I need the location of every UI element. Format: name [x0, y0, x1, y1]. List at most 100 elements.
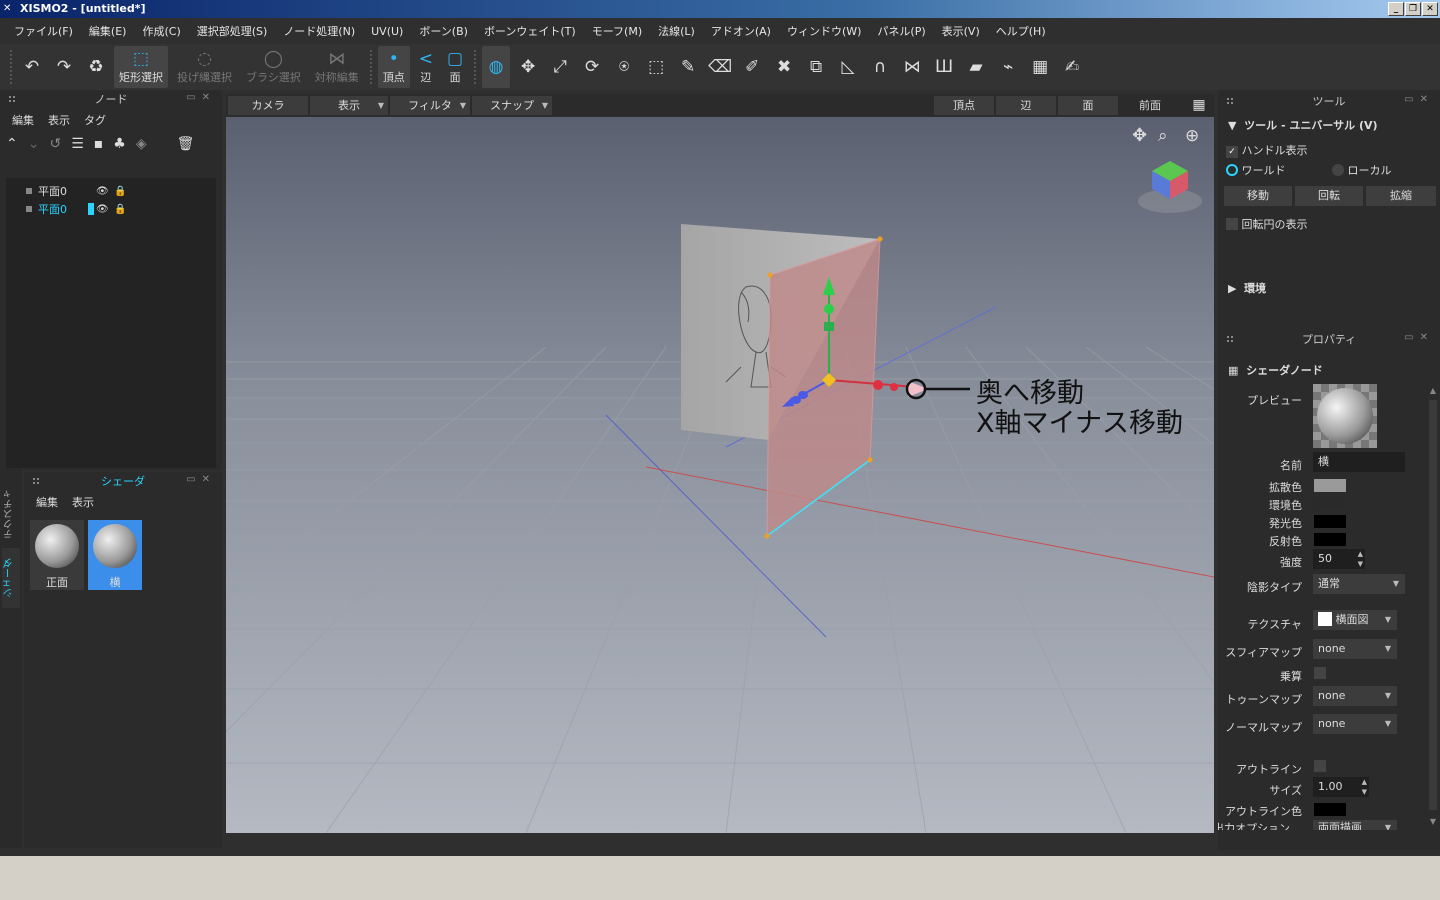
- bag-tool-button[interactable]: ▰: [962, 46, 990, 88]
- world-radio[interactable]: ワールド: [1226, 162, 1286, 178]
- group-icon[interactable]: ♣: [113, 136, 126, 152]
- filter-dropdown[interactable]: フィルタ ▼: [390, 96, 470, 115]
- menu-addon[interactable]: アドオン(A): [703, 23, 779, 39]
- orbit-icon[interactable]: ⊕: [1185, 126, 1199, 146]
- panel-controls[interactable]: ▭✕: [1404, 332, 1434, 343]
- rotate-tool-button[interactable]: ⟳: [578, 46, 606, 88]
- universal-tool-button[interactable]: ◍: [482, 46, 511, 88]
- menu-create[interactable]: 作成(C): [134, 23, 188, 39]
- move-up-icon[interactable]: ⌃: [6, 136, 18, 152]
- marquee-tool-button[interactable]: ⬚: [642, 46, 670, 88]
- edge-view-button[interactable]: 辺: [996, 96, 1056, 115]
- scale-tool-button[interactable]: ⤢: [546, 46, 574, 88]
- side-plane-mesh-selected[interactable]: [766, 238, 881, 537]
- vertex-view-button[interactable]: 頂点: [934, 96, 994, 115]
- face-view-button[interactable]: 面: [1058, 96, 1118, 115]
- menu-bone[interactable]: ボーン(B): [411, 23, 476, 39]
- local-radio[interactable]: ローカル: [1332, 162, 1392, 178]
- visibility-eye-icon[interactable]: 👁: [96, 186, 109, 197]
- scale-button[interactable]: 拡縮: [1366, 186, 1436, 206]
- lasso-select-button[interactable]: ◌ 投げ縄選択: [172, 46, 237, 88]
- menu-panel[interactable]: パネル(P): [869, 23, 933, 39]
- edge-mode-button[interactable]: < 辺: [414, 46, 438, 88]
- view-cube[interactable]: [1138, 161, 1202, 213]
- reparent-icon[interactable]: ↺: [49, 136, 61, 152]
- panel-controls[interactable]: ▭✕: [1404, 94, 1434, 105]
- eraser-tool-button[interactable]: ⌫: [706, 46, 734, 88]
- shader-swatch[interactable]: 正面: [30, 520, 84, 590]
- scrollbar-thumb[interactable]: [1429, 400, 1437, 810]
- menu-view[interactable]: 表示(V): [934, 23, 988, 39]
- restore-button[interactable]: ❐: [1405, 2, 1421, 16]
- show-rotation-circle-checkbox[interactable]: 回転円の表示: [1226, 216, 1308, 232]
- grid-icon[interactable]: ▪: [94, 136, 104, 152]
- menu-window[interactable]: ウィンドウ(W): [779, 23, 869, 39]
- merge-tool-button[interactable]: ✖: [770, 46, 798, 88]
- show-handles-checkbox[interactable]: ✓ ハンドル表示: [1226, 142, 1308, 158]
- lock-icon[interactable]: 🔒: [114, 186, 126, 197]
- lock-icon[interactable]: 🔒: [114, 204, 126, 215]
- spinner-arrows-icon[interactable]: ▲ ▼: [1358, 549, 1363, 569]
- display-dropdown[interactable]: 表示 ▼: [310, 96, 388, 115]
- menu-selection[interactable]: 選択部処理(S): [189, 23, 276, 39]
- tab-shader[interactable]: シェーダ: [2, 548, 20, 608]
- paint-tool-button[interactable]: ⌁: [994, 46, 1022, 88]
- redo-button[interactable]: ↷: [50, 46, 78, 88]
- tab-texture[interactable]: テクスチャ: [2, 484, 20, 544]
- face-mode-button[interactable]: ▢ 面: [442, 46, 468, 88]
- symmetric-edit-button[interactable]: ⋈ 対称編集: [310, 46, 364, 88]
- visibility-eye-icon[interactable]: 👁: [96, 204, 109, 215]
- 3d-viewport[interactable]: ✥ ⌕ ⊕ 奥へ移動 X軸マイナス移動: [226, 117, 1214, 833]
- menu-file[interactable]: ファイル(F): [6, 23, 81, 39]
- tree-item[interactable]: 平面0 👁 🔒: [6, 182, 216, 200]
- tool-section-header[interactable]: ▼ ツール - ユニバーサル (V): [1228, 117, 1378, 133]
- multiply-checkbox[interactable]: [1314, 667, 1326, 679]
- y-scale-handle[interactable]: [824, 322, 834, 331]
- node-menu-edit[interactable]: 編集: [12, 112, 34, 128]
- snap-dropdown[interactable]: スナップ ▼: [472, 96, 552, 115]
- specular-color-swatch[interactable]: [1314, 533, 1346, 546]
- menu-bone-weight[interactable]: ボーンウェイト(T): [476, 23, 584, 39]
- diffuse-color-swatch[interactable]: [1314, 479, 1346, 492]
- bridge-tool-button[interactable]: ∩: [866, 46, 894, 88]
- brush-select-button[interactable]: ◯ ブラシ選択: [241, 46, 306, 88]
- toon-map-dropdown[interactable]: none ▼: [1313, 686, 1397, 706]
- shader-menu-edit[interactable]: 編集: [36, 494, 58, 510]
- environment-section[interactable]: ▶ 環境: [1228, 280, 1266, 296]
- normal-map-dropdown[interactable]: none ▼: [1313, 714, 1397, 734]
- minimize-button[interactable]: _: [1388, 2, 1404, 16]
- shader-menu-view[interactable]: 表示: [72, 494, 94, 510]
- bevel-tool-button[interactable]: ◺: [834, 46, 862, 88]
- outline-checkbox[interactable]: [1314, 760, 1326, 772]
- move-down-icon[interactable]: ⌄: [28, 136, 40, 152]
- recycle-button[interactable]: ♻: [82, 46, 110, 88]
- name-input[interactable]: 横: [1313, 452, 1405, 472]
- scroll-up-icon[interactable]: ▲: [1428, 386, 1438, 395]
- edit-tool-button[interactable]: ✍: [1058, 46, 1086, 88]
- knife-tool-button[interactable]: ✐: [738, 46, 766, 88]
- panel-controls[interactable]: ▭✕: [186, 92, 216, 103]
- shader-swatch-selected[interactable]: 横: [88, 520, 142, 590]
- trash-icon[interactable]: 🗑: [177, 136, 195, 152]
- menu-normal[interactable]: 法線(L): [650, 23, 703, 39]
- menu-node[interactable]: ノード処理(N): [275, 23, 363, 39]
- move-tool-button[interactable]: ✥: [514, 46, 542, 88]
- collapse-tool-button[interactable]: ⋈: [898, 46, 926, 88]
- loop-cut-tool-button[interactable]: Ш: [930, 46, 958, 88]
- close-button[interactable]: ✕: [1422, 2, 1438, 16]
- node-menu-tag[interactable]: タグ: [84, 112, 106, 128]
- tree-item-selected[interactable]: 平面0 👁 🔒: [6, 200, 216, 218]
- menu-help[interactable]: ヘルプ(H): [988, 23, 1054, 39]
- menu-uv[interactable]: UV(U): [363, 25, 411, 38]
- hierarchy-icon[interactable]: ☰: [71, 136, 84, 152]
- emissive-color-swatch[interactable]: [1314, 515, 1346, 528]
- pen-tool-button[interactable]: ✎: [674, 46, 702, 88]
- camera-menu[interactable]: カメラ: [228, 96, 308, 115]
- outline-color-swatch[interactable]: [1314, 803, 1346, 816]
- size-input[interactable]: 1.00 ▲ ▼: [1313, 777, 1369, 797]
- front-view-label[interactable]: 前面: [1120, 96, 1180, 115]
- extrude-tool-button[interactable]: ⧉: [802, 46, 830, 88]
- pivot-tool-button[interactable]: ⍟: [610, 46, 638, 88]
- y-rotate-handle[interactable]: [824, 304, 834, 314]
- x-scale-handle[interactable]: [873, 380, 883, 390]
